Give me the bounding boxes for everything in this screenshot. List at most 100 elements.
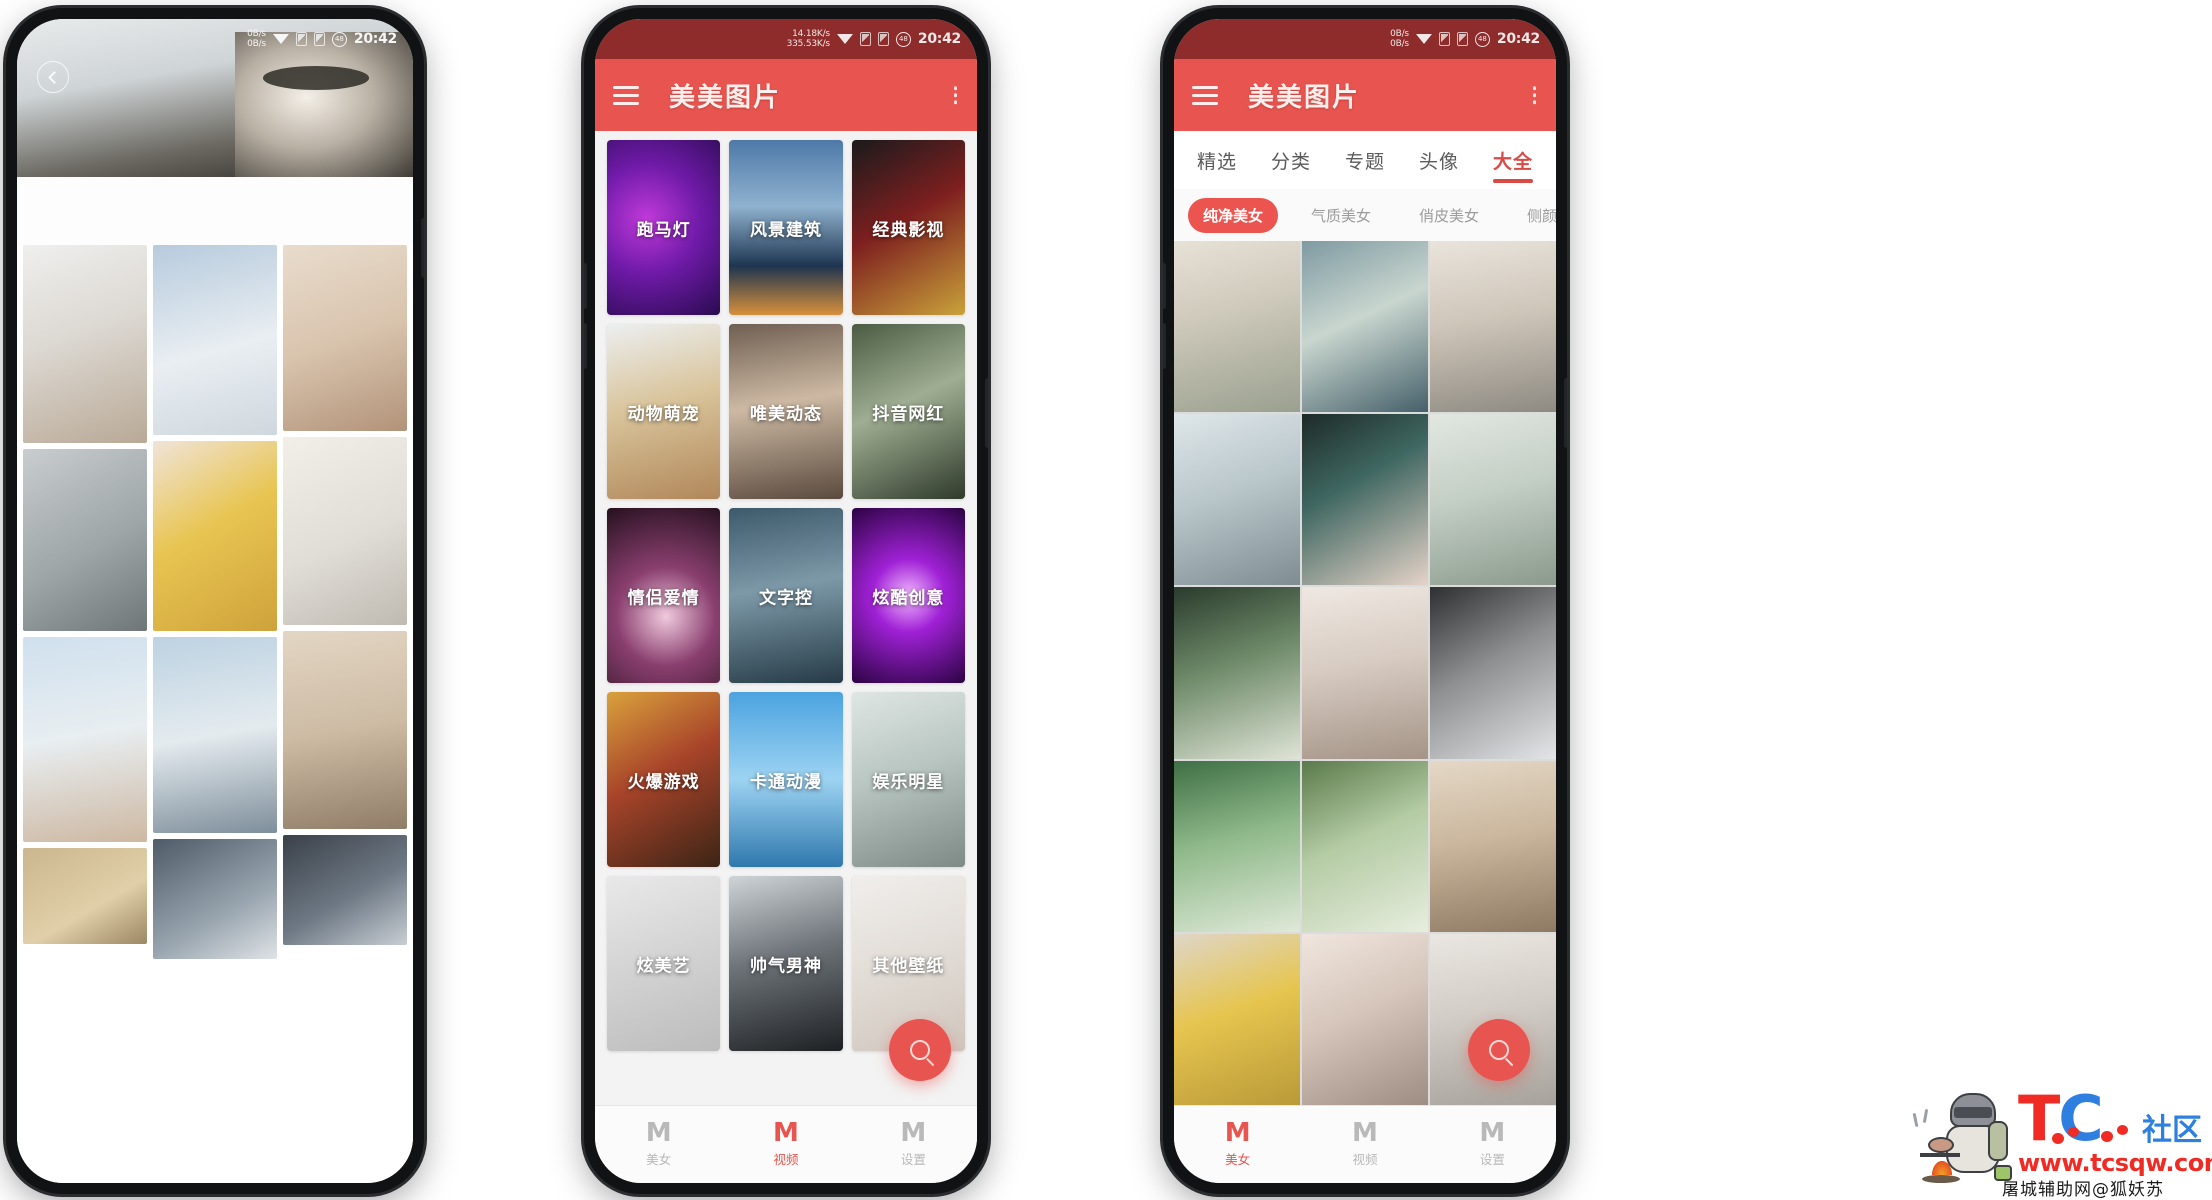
volume-up-button[interactable] (584, 263, 587, 309)
photo-masonry[interactable] (17, 245, 413, 1183)
masonry-photo[interactable] (153, 245, 277, 435)
network-speed: 14.18K/s 335.53K/s (786, 29, 831, 49)
photo-cell[interactable] (1302, 760, 1428, 932)
photo-cell[interactable] (1430, 414, 1556, 586)
chip-俏皮美女[interactable]: 俏皮美女 (1404, 198, 1494, 233)
nav-label: 设置 (900, 1152, 926, 1167)
category-cell[interactable]: 抖音网红 (851, 324, 965, 499)
category-cell[interactable]: 炫酷创意 (851, 508, 965, 683)
category-label: 动物萌宠 (627, 404, 700, 424)
photo-cell[interactable] (1302, 241, 1428, 413)
wifi-icon (1415, 33, 1432, 45)
category-scroll-area[interactable]: 跑马灯 风景建筑 经典影视动物萌宠 唯美动态 抖音网红情侣爱情 文字控 炫酷创意火爆游戏 卡通… (595, 131, 977, 1105)
signal-icon (295, 32, 307, 46)
nav-item-美女[interactable]: M 美女 (1174, 1106, 1301, 1183)
category-cell[interactable]: 跑马灯 (607, 140, 721, 315)
chip-侧颜美女[interactable]: 侧颜美女 (1512, 198, 1556, 233)
category-cell[interactable]: 卡通动漫 (729, 692, 843, 867)
category-cell[interactable]: 动物萌宠 (607, 324, 721, 499)
category-cell[interactable]: 文字控 (729, 508, 843, 683)
overflow-menu-icon[interactable] (953, 86, 957, 104)
hamburger-menu-icon[interactable] (613, 85, 639, 105)
photo-thumbnail (1430, 414, 1556, 586)
category-cell[interactable]: 情侣爱情 (607, 508, 721, 683)
tab-分类[interactable]: 分类 (1269, 141, 1313, 180)
category-label: 经典影视 (872, 220, 945, 240)
volume-down-button[interactable] (1163, 323, 1166, 369)
tab-大全[interactable]: 大全 (1491, 141, 1535, 183)
masonry-photo[interactable] (23, 637, 147, 842)
nav-item-视频[interactable]: M 视频 (1301, 1106, 1428, 1183)
photo-cell[interactable] (1302, 933, 1428, 1105)
masonry-photo[interactable] (283, 835, 407, 945)
search-fab-right[interactable] (1468, 1019, 1530, 1081)
photo-grid[interactable] (1174, 241, 1556, 1105)
masonry-photo[interactable] (283, 631, 407, 829)
masonry-photo[interactable] (153, 441, 277, 631)
photo-cell[interactable] (1174, 241, 1300, 413)
network-speed: 0B/s 0B/s (1390, 29, 1409, 49)
masonry-photo[interactable] (23, 449, 147, 631)
masonry-photo[interactable] (153, 637, 277, 833)
category-cell[interactable]: 火爆游戏 (607, 692, 721, 867)
speed-down: 335.53K/s (786, 39, 831, 49)
volume-down-button[interactable] (584, 323, 587, 369)
nav-item-美女[interactable]: M 美女 (595, 1106, 722, 1183)
signal-icon (1456, 32, 1468, 46)
masonry-photo[interactable] (23, 245, 147, 443)
masonry-photo[interactable] (23, 848, 147, 944)
nav-item-设置[interactable]: M 设置 (850, 1106, 977, 1183)
photo-thumbnail (1302, 241, 1428, 413)
app-title: 美美图片 (669, 82, 782, 113)
photo-cell[interactable] (1302, 414, 1428, 586)
power-button[interactable] (985, 378, 988, 448)
category-cell[interactable]: 娱乐明星 (851, 692, 965, 867)
photo-cell[interactable] (1174, 414, 1300, 586)
masonry-photo[interactable] (153, 839, 277, 959)
clock: 20:42 (1496, 31, 1540, 47)
category-cell[interactable]: 炫美艺 (607, 876, 721, 1051)
category-label: 跑马灯 (636, 220, 691, 240)
back-button[interactable] (37, 61, 69, 93)
clock: 20:42 (917, 31, 961, 47)
hero-sunglasses (262, 66, 370, 91)
power-button[interactable] (1564, 378, 1567, 448)
photo-cell[interactable] (1430, 587, 1556, 759)
chip-气质美女[interactable]: 气质美女 (1296, 198, 1386, 233)
status-bar-right: 0B/s 0B/s 48 20:42 (1174, 19, 1556, 59)
nav-item-视频[interactable]: M 视频 (722, 1106, 849, 1183)
tab-专题[interactable]: 专题 (1343, 141, 1387, 180)
brand-t: T (2018, 1082, 2060, 1155)
photo-cell[interactable] (1430, 760, 1556, 932)
masonry-photo[interactable] (283, 437, 407, 625)
nav-icon: M (645, 1118, 672, 1148)
power-button[interactable] (421, 218, 424, 278)
category-cell[interactable]: 风景建筑 (729, 140, 843, 315)
tab-头像[interactable]: 头像 (1417, 141, 1461, 180)
masonry-photo[interactable] (283, 245, 407, 431)
volume-up-button[interactable] (1163, 263, 1166, 309)
photo-cell[interactable] (1430, 241, 1556, 413)
hamburger-menu-icon[interactable] (1192, 85, 1218, 105)
overflow-menu-icon[interactable] (1532, 86, 1536, 104)
search-fab-middle[interactable] (889, 1019, 951, 1081)
nav-item-设置[interactable]: M 设置 (1429, 1106, 1556, 1183)
photo-cell[interactable] (1302, 587, 1428, 759)
photo-thumbnail (1174, 241, 1300, 413)
tab-精选[interactable]: 精选 (1195, 141, 1239, 180)
category-cell[interactable]: 唯美动态 (729, 324, 843, 499)
photo-thumbnail (1430, 760, 1556, 932)
category-label: 情侣爱情 (627, 588, 700, 608)
category-label: 卡通动漫 (749, 772, 822, 792)
photo-cell[interactable] (1174, 587, 1300, 759)
chip-纯净美女[interactable]: 纯净美女 (1188, 197, 1279, 233)
nav-label: 美女 (1225, 1152, 1251, 1167)
battery-icon: 48 (1474, 31, 1490, 47)
signal-icon (313, 32, 325, 46)
phone-right: 0B/s 0B/s 48 20:42 美美图片 精选 分类 专题 头像 大全 纯净 (1163, 8, 1567, 1194)
photo-cell[interactable] (1174, 760, 1300, 932)
category-cell[interactable]: 帅气男神 (729, 876, 843, 1051)
category-cell[interactable]: 经典影视 (851, 140, 965, 315)
category-label: 火爆游戏 (627, 772, 700, 792)
photo-cell[interactable] (1174, 933, 1300, 1105)
